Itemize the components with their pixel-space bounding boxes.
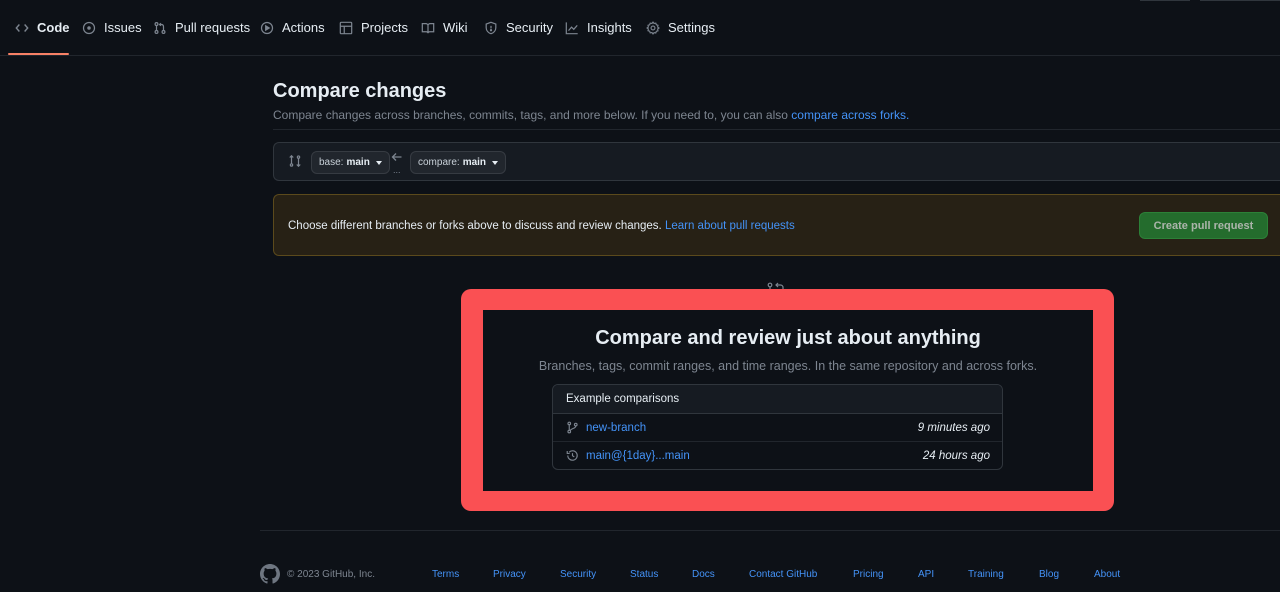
flash-message: Choose different branches or forks above… — [288, 220, 662, 232]
blankslate: Compare and review just about anything B… — [483, 310, 1093, 491]
blankslate-subtitle: Branches, tags, commit ranges, and time … — [538, 359, 1038, 373]
github-logo-icon[interactable] — [260, 564, 280, 584]
base-branch-select[interactable]: base: main — [311, 151, 390, 174]
example-comparisons-header: Example comparisons — [553, 385, 1002, 414]
page-subtitle: Compare changes across branches, commits… — [273, 108, 909, 122]
arrow-left-icon — [391, 153, 402, 161]
chevron-down-icon — [375, 160, 382, 165]
history-icon — [566, 450, 578, 461]
top-button-edge — [1200, 0, 1280, 1]
example-link-new-branch[interactable]: new-branch — [586, 422, 646, 434]
example-comparisons: Example comparisons new-branch 9 minutes… — [552, 384, 1003, 470]
git-branch-icon — [567, 421, 578, 434]
page-title: Compare changes — [273, 80, 447, 102]
tab-wiki[interactable]: Wiki — [415, 20, 474, 50]
tab-security-label: Security — [506, 20, 553, 35]
footer-link-status[interactable]: Status — [630, 569, 658, 580]
chevron-down-icon — [492, 160, 499, 165]
footer-link-blog[interactable]: Blog — [1039, 569, 1059, 580]
tab-code[interactable]: Code — [9, 20, 76, 50]
code-icon — [15, 24, 29, 32]
footer-link-contact[interactable]: Contact GitHub — [749, 569, 817, 580]
tab-issues-label: Issues — [104, 20, 142, 35]
learn-about-pull-requests-link[interactable]: Learn about pull requests — [665, 220, 795, 232]
tab-actions-label: Actions — [282, 20, 325, 35]
base-branch-prefix: base: — [319, 157, 344, 168]
book-icon — [421, 23, 435, 34]
play-icon — [260, 21, 274, 35]
page-subtitle-text: Compare changes across branches, commits… — [273, 108, 788, 122]
flash-text: Choose different branches or forks above… — [288, 220, 795, 232]
blankslate-title: Compare and review just about anything — [595, 327, 981, 349]
tab-wiki-label: Wiki — [443, 20, 468, 35]
top-button-edge — [1140, 0, 1190, 1]
table-icon — [339, 21, 353, 35]
tab-projects[interactable]: Projects — [333, 20, 414, 50]
tab-settings-label: Settings — [668, 20, 715, 35]
issue-icon — [82, 21, 96, 35]
shield-icon — [485, 21, 497, 35]
compare-branch-select[interactable]: compare: main — [410, 151, 507, 174]
footer-link-training[interactable]: Training — [968, 569, 1004, 580]
example-time: 24 hours ago — [922, 450, 990, 462]
footer-link-docs[interactable]: Docs — [692, 569, 715, 580]
footer-link-privacy[interactable]: Privacy — [493, 569, 526, 580]
example-link-main-1day[interactable]: main@{1day}...main — [586, 450, 690, 462]
highlight-box: Compare and review just about anything B… — [461, 289, 1114, 511]
footer-link-security[interactable]: Security — [560, 569, 596, 580]
footer-divider — [260, 530, 1280, 531]
tab-security[interactable]: Security — [478, 20, 559, 50]
tab-issues[interactable]: Issues — [76, 20, 148, 50]
compare-branch-prefix: compare: — [418, 157, 460, 168]
pull-request-icon — [154, 22, 166, 34]
footer-link-pricing[interactable]: Pricing — [853, 569, 884, 580]
tab-settings[interactable]: Settings — [640, 20, 721, 50]
create-pull-request-button[interactable]: Create pull request — [1139, 212, 1268, 239]
tab-insights-label: Insights — [587, 20, 632, 35]
base-branch-name: main — [346, 157, 370, 168]
selected-tab-underline — [8, 53, 69, 55]
tab-pull-requests-label: Pull requests — [175, 20, 251, 35]
repo-nav: Code Issues Pull requests Actions Projec… — [0, 0, 1280, 56]
list-item: new-branch 9 minutes ago — [553, 414, 1002, 442]
git-compare-icon — [289, 154, 301, 168]
tab-insights[interactable]: Insights — [559, 20, 638, 50]
footer-copyright: © 2023 GitHub, Inc. — [287, 569, 375, 580]
divider — [273, 129, 1280, 130]
range-editor: base: main ... compare: main — [273, 142, 1280, 181]
compare-across-forks-link[interactable]: compare across forks. — [791, 108, 909, 122]
example-time: 9 minutes ago — [917, 422, 990, 434]
tab-actions[interactable]: Actions — [254, 20, 331, 50]
gear-icon — [646, 21, 660, 35]
compare-branch-name: main — [462, 157, 487, 168]
list-item: main@{1day}...main 24 hours ago — [553, 442, 1002, 469]
tab-code-label: Code — [37, 20, 70, 35]
footer-link-terms[interactable]: Terms — [432, 569, 459, 580]
flash-notice: Choose different branches or forks above… — [273, 194, 1280, 256]
tab-pull-requests[interactable]: Pull requests — [147, 20, 256, 50]
footer-link-api[interactable]: API — [918, 569, 934, 580]
graph-icon — [565, 22, 578, 35]
footer-link-about[interactable]: About — [1094, 569, 1120, 580]
range-dots: ... — [393, 165, 401, 175]
tab-projects-label: Projects — [361, 20, 408, 35]
